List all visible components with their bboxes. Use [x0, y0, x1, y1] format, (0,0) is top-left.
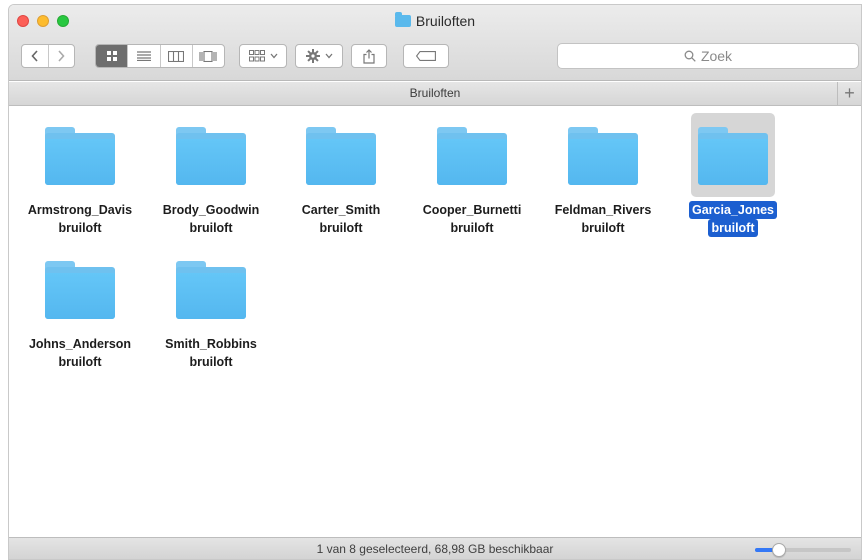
folder-name: Smith_Robbins bruiloft	[146, 335, 276, 371]
folder-icon-wrapper[interactable]	[38, 247, 122, 331]
icon-grid: Armstrong_Davis bruiloft Brody_Goodwinbrui…	[9, 107, 861, 537]
window-title-text: Bruiloften	[415, 13, 476, 29]
list-icon	[136, 51, 151, 61]
folder-icon-wrapper[interactable]	[430, 113, 514, 197]
folder-item[interactable]: Armstrong_Davis bruiloft	[15, 113, 145, 237]
folder-name-line2: bruiloft	[708, 219, 758, 237]
folder-name-line1: Johns_Anderson	[28, 337, 132, 351]
chevron-down-icon	[325, 53, 332, 59]
folder-item[interactable]: Cooper_Burnetti bruiloft	[407, 113, 537, 237]
search-placeholder: Zoek	[700, 48, 733, 64]
search-field[interactable]: Zoek	[557, 43, 859, 69]
columns-icon	[168, 50, 185, 62]
folder-icon	[394, 12, 411, 27]
folder-name-line1: Smith_Robbins	[165, 337, 257, 351]
folder-name-line2: bruiloft	[58, 355, 102, 369]
folder-item[interactable]: Feldman_Rivers bruiloft	[538, 113, 668, 237]
folder-name: Armstrong_Davis bruiloft	[15, 201, 145, 237]
tags-button[interactable]	[403, 44, 449, 68]
status-text: 1 van 8 geselecteerd, 68,98 GB beschikba…	[316, 542, 554, 556]
folder-item[interactable]: Smith_Robbins bruiloft	[146, 247, 276, 371]
arrange-icon	[248, 50, 265, 62]
folder-icon	[175, 127, 247, 187]
folder-name-line1: Brody_Goodwin	[162, 203, 260, 217]
folder-icon-wrapper[interactable]	[561, 113, 645, 197]
folder-icon	[44, 261, 116, 321]
path-bar: Bruiloften +	[9, 82, 861, 106]
window-title: Bruiloften	[9, 11, 861, 31]
tag-icon	[416, 51, 436, 61]
share-icon	[363, 48, 375, 64]
folder-icon	[697, 127, 769, 187]
folder-name-line2: bruiloft	[581, 221, 625, 235]
share-button[interactable]	[351, 44, 387, 68]
folder-name: Cooper_Burnetti bruiloft	[407, 201, 537, 237]
icon-view-button[interactable]	[96, 45, 129, 67]
finder-window: Bruiloften Zoek Bruiloften + Armstrong_D…	[8, 4, 862, 560]
folder-icon	[436, 127, 508, 187]
folder-name-line2: bruiloft	[58, 221, 102, 235]
folder-name-line2: bruiloft	[319, 221, 363, 235]
folder-name-line1: Cooper_Burnetti	[422, 203, 522, 217]
folder-icon	[44, 127, 116, 187]
gallery-view-button[interactable]	[193, 45, 224, 67]
arrange-button[interactable]	[239, 44, 287, 68]
status-bar: 1 van 8 geselecteerd, 68,98 GB beschikba…	[9, 537, 861, 559]
folder-name: Garcia_Jones bruiloft	[668, 201, 798, 237]
chevron-down-icon	[270, 53, 277, 59]
add-tab-button[interactable]: +	[837, 82, 861, 105]
action-button[interactable]	[295, 44, 343, 68]
slider-handle[interactable]	[772, 543, 786, 557]
folder-item[interactable]: Carter_Smith bruiloft	[276, 113, 406, 237]
folder-name-line1: Armstrong_Davis	[27, 203, 133, 217]
folder-icon	[305, 127, 377, 187]
folder-icon-wrapper[interactable]	[38, 113, 122, 197]
folder-name-line2: bruiloft	[450, 221, 494, 235]
navigation-buttons	[21, 44, 75, 68]
folder-name: Brody_Goodwin bruiloft	[146, 201, 276, 237]
folder-item[interactable]: Garcia_Jones bruiloft	[668, 113, 798, 237]
folder-icon-wrapper[interactable]	[299, 113, 383, 197]
folder-icon	[567, 127, 639, 187]
folder-name: Carter_Smith bruiloft	[276, 201, 406, 237]
folder-name-line1: Carter_Smith	[301, 203, 381, 217]
folder-item[interactable]: Brody_Goodwin bruiloft	[146, 113, 276, 237]
folder-name-line1: Feldman_Rivers	[554, 203, 652, 217]
gallery-icon	[199, 50, 217, 62]
folder-icon-wrapper[interactable]	[169, 113, 253, 197]
folder-item[interactable]: Johns_Anderson bruiloft	[15, 247, 145, 371]
forward-button[interactable]	[49, 45, 75, 67]
folder-name-line1: Garcia_Jones	[689, 201, 777, 219]
search-icon	[684, 50, 696, 62]
folder-icon-wrapper[interactable]	[169, 247, 253, 331]
view-mode-control	[95, 44, 225, 68]
column-view-button[interactable]	[161, 45, 193, 67]
toolbar: Bruiloften Zoek	[9, 5, 861, 81]
icon-size-slider[interactable]	[755, 543, 851, 557]
list-view-button[interactable]	[128, 45, 161, 67]
path-bar-label: Bruiloften	[409, 86, 461, 100]
folder-name: Feldman_Rivers bruiloft	[538, 201, 668, 237]
back-button[interactable]	[22, 45, 49, 67]
folder-name-line2: bruiloft	[189, 221, 233, 235]
folder-name-line2: bruiloft	[189, 355, 233, 369]
folder-name: Johns_Anderson bruiloft	[15, 335, 145, 371]
chevron-right-icon	[58, 50, 65, 62]
chevron-left-icon	[31, 50, 38, 62]
grid-icon	[106, 51, 117, 61]
folder-icon	[175, 261, 247, 321]
folder-icon-wrapper[interactable]	[691, 113, 775, 197]
gear-icon	[305, 49, 320, 63]
